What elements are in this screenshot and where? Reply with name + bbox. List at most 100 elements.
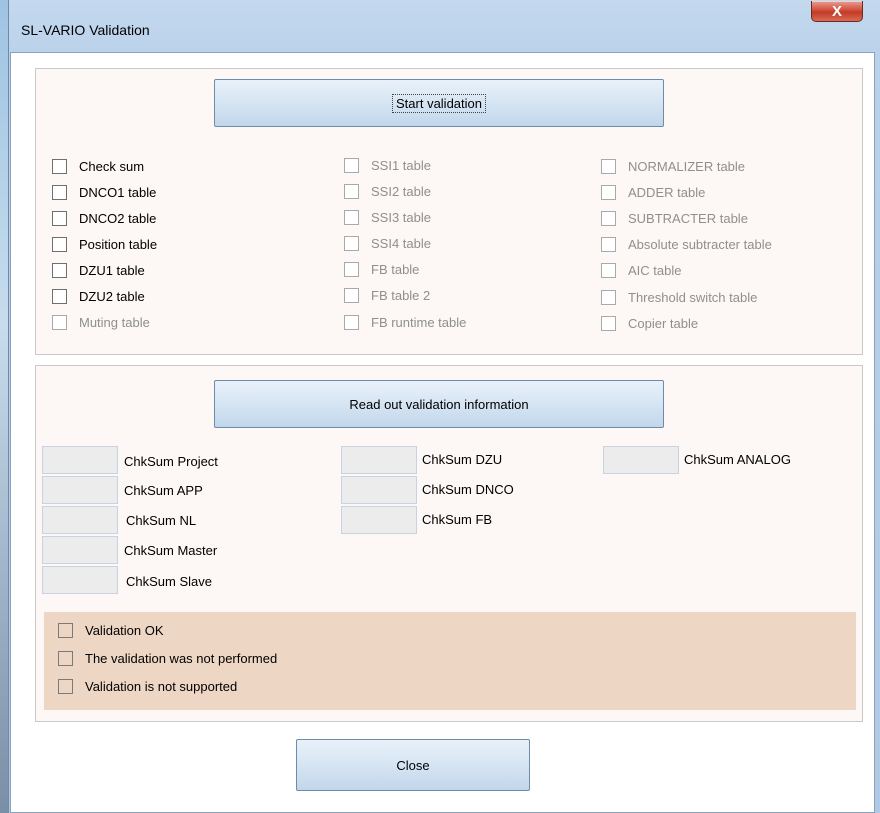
checkbox-box (344, 236, 359, 251)
close-button[interactable]: Close (296, 739, 530, 791)
checkbox-dzu2-table[interactable]: DZU2 table (52, 289, 145, 304)
validation-status-area: Validation OK The validation was not per… (44, 612, 856, 710)
checkbox-dnco2-table[interactable]: DNCO2 table (52, 211, 156, 226)
checkbox-check-sum[interactable]: Check sum (52, 159, 144, 174)
checkbox-label: FB table (371, 262, 420, 277)
checkbox-box (344, 158, 359, 173)
checkbox-box (344, 184, 359, 199)
checkbox-dzu1-table[interactable]: DZU1 table (52, 263, 145, 278)
checkbox-subtracter-table: SUBTRACTER table (601, 211, 748, 226)
checkbox-label: Validation OK (85, 623, 164, 638)
checkbox-box[interactable] (52, 211, 67, 226)
chksum-analog-field (603, 446, 679, 474)
checkbox-box (601, 237, 616, 252)
checkbox-label: FB runtime table (371, 315, 467, 330)
chksum-slave-label: ChkSum Slave (126, 574, 212, 589)
start-validation-label: Start validation (392, 93, 486, 113)
chksum-dnco-field (341, 476, 417, 504)
dialog-client-area: Start validation Check sum DNCO1 table D… (10, 52, 875, 813)
chksum-nl-field (42, 506, 118, 534)
checkbox-label: DNCO1 table (79, 185, 157, 200)
checkbox-box (344, 210, 359, 225)
checkbox-box (601, 211, 616, 226)
checkbox-fb-table-2: FB table 2 (344, 288, 430, 303)
chksum-master-label: ChkSum Master (124, 543, 218, 558)
checkbox-box[interactable] (52, 237, 67, 252)
checkbox-label: The validation was not performed (85, 651, 278, 666)
chksum-fb-field (341, 506, 417, 534)
checkbox-box (344, 288, 359, 303)
checkbox-box (52, 315, 67, 330)
checkbox-box[interactable] (52, 263, 67, 278)
window-title: SL-VARIO Validation (21, 22, 150, 38)
checkbox-label: DZU1 table (79, 263, 145, 278)
checkbox-position-table[interactable]: Position table (52, 237, 157, 252)
checkbox-dnco1-table[interactable]: DNCO1 table (52, 185, 156, 200)
checkbox-box[interactable] (52, 159, 67, 174)
checkbox-absolute-subtracter-table: Absolute subtracter table (601, 237, 772, 252)
checkbox-box (344, 262, 359, 277)
checkbox-label: DZU2 table (79, 289, 145, 304)
chksum-dzu-field (341, 446, 417, 474)
chksum-slave-field (42, 566, 118, 594)
checkbox-label: SSI2 table (371, 184, 431, 199)
checkbox-label: Muting table (79, 315, 150, 330)
desktop-background (0, 0, 8, 813)
checkbox-label: SSI1 table (371, 158, 431, 173)
checkbox-label: SUBTRACTER table (628, 211, 748, 226)
chksum-dzu-label: ChkSum DZU (422, 452, 503, 467)
checkbox-ssi3-table: SSI3 table (344, 210, 431, 225)
chksum-dnco-label: ChkSum DNCO (422, 482, 514, 497)
checkbox-label: Check sum (79, 159, 145, 174)
validation-dialog: SL-VARIO Validation X Start validation C… (8, 0, 880, 813)
checkbox-label: Validation is not supported (85, 679, 238, 694)
checkbox-label: Position table (79, 237, 158, 252)
checkbox-validation-not-performed[interactable]: The validation was not performed (58, 651, 277, 666)
chksum-fb-label: ChkSum FB (422, 512, 493, 527)
read-out-validation-button[interactable]: Read out validation information (214, 380, 664, 428)
chksum-app-field (42, 476, 118, 504)
checkbox-box (601, 159, 616, 174)
checkbox-label: Absolute subtracter table (628, 237, 772, 252)
chksum-project-label: ChkSum Project (124, 454, 218, 469)
checkbox-label: NORMALIZER table (628, 159, 746, 174)
checkbox-box[interactable] (58, 679, 73, 694)
checkbox-box (601, 290, 616, 305)
checkbox-label: Threshold switch table (628, 290, 758, 305)
checkbox-label: FB table 2 (371, 288, 431, 303)
checkbox-muting-table: Muting table (52, 315, 150, 330)
checkbox-label: AIC table (628, 263, 682, 278)
chksum-nl-label: ChkSum NL (126, 513, 197, 528)
checkbox-label: SSI4 table (371, 236, 431, 251)
checkbox-threshold-switch-table: Threshold switch table (601, 290, 757, 305)
checkbox-box (601, 185, 616, 200)
checkbox-aic-table: AIC table (601, 263, 681, 278)
chksum-analog-label: ChkSum ANALOG (684, 452, 791, 467)
close-icon[interactable]: X (811, 1, 863, 22)
checkbox-box[interactable] (58, 651, 73, 666)
checkbox-validation-ok[interactable]: Validation OK (58, 623, 164, 638)
checkbox-copier-table: Copier table (601, 316, 698, 331)
checkbox-fb-table: FB table (344, 262, 419, 277)
checkbox-validation-not-supported[interactable]: Validation is not supported (58, 679, 237, 694)
checkbox-box (601, 316, 616, 331)
title-bar[interactable]: SL-VARIO Validation X (9, 0, 880, 60)
checkbox-ssi4-table: SSI4 table (344, 236, 431, 251)
chksum-project-field (42, 446, 118, 474)
checkbox-ssi2-table: SSI2 table (344, 184, 431, 199)
checkbox-box[interactable] (52, 185, 67, 200)
checkbox-fb-runtime-table: FB runtime table (344, 315, 466, 330)
start-validation-button[interactable]: Start validation (214, 79, 664, 127)
validation-panel: Start validation Check sum DNCO1 table D… (35, 68, 863, 355)
chksum-app-label: ChkSum APP (124, 483, 203, 498)
checkbox-box (344, 315, 359, 330)
checkbox-ssi1-table: SSI1 table (344, 158, 431, 173)
checkbox-box[interactable] (58, 623, 73, 638)
checkbox-normalizer-table: NORMALIZER table (601, 159, 745, 174)
readout-panel: Read out validation information ChkSum P… (35, 365, 863, 722)
checkbox-label: DNCO2 table (79, 211, 157, 226)
checkbox-box (601, 263, 616, 278)
chksum-master-field (42, 536, 118, 564)
checkbox-label: ADDER table (628, 185, 706, 200)
checkbox-box[interactable] (52, 289, 67, 304)
